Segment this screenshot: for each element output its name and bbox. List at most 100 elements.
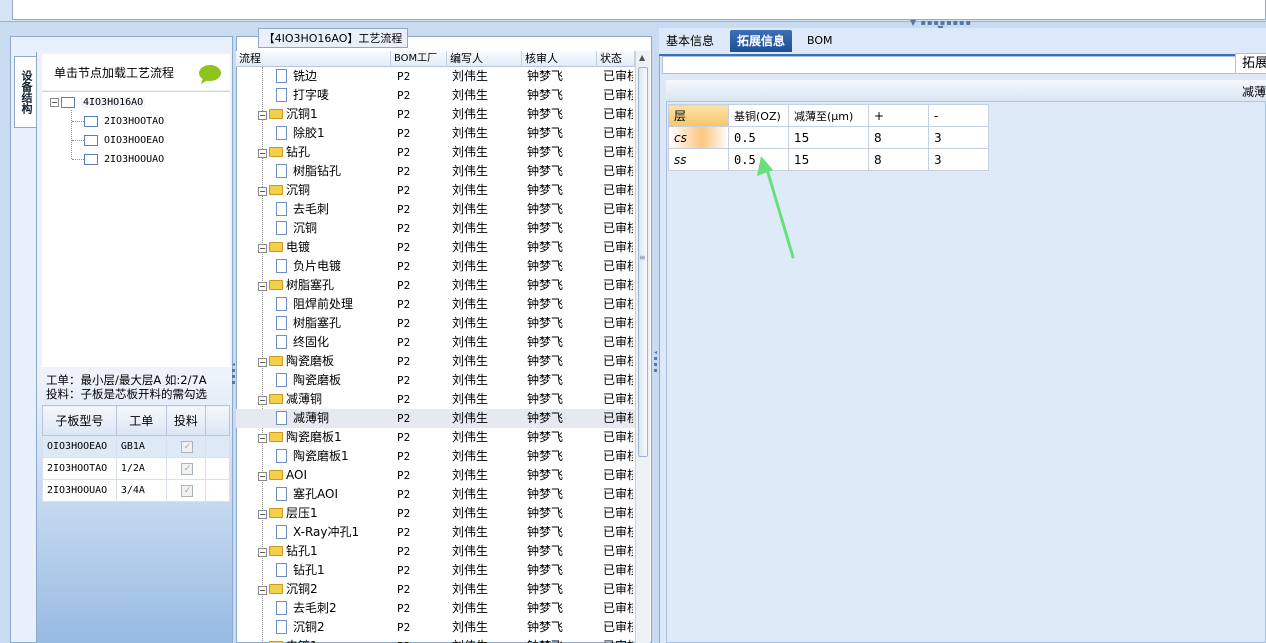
feed-checkbox[interactable]: ✓ [181,462,194,475]
flow-row[interactable]: − 陶瓷磨板1 P2 刘伟生 钟梦飞 已审核 [236,428,635,447]
collapse-icon[interactable]: − [258,548,267,557]
feed-checkbox[interactable]: ✓ [181,440,194,453]
collapse-icon[interactable]: − [258,149,267,158]
cell-base-copper[interactable]: 0.5 [728,126,789,149]
flow-row[interactable]: 减薄铜 P2 刘伟生 钟梦飞 已审核 [236,409,635,428]
flow-row[interactable]: − 陶瓷磨板 P2 刘伟生 钟梦飞 已审核 [236,352,635,371]
collapse-icon[interactable]: − [258,586,267,595]
scroll-up-icon[interactable]: ▲ [639,53,645,62]
collapse-icon[interactable]: − [258,510,267,519]
cell-plus[interactable]: 8 [868,126,929,149]
cell-thin-to[interactable]: 15 [788,148,869,171]
subtab-bar [662,56,1266,74]
flow-row[interactable]: − 层压1 P2 刘伟生 钟梦飞 已审核 [236,504,635,523]
col-header-flow[interactable]: 流程 [236,51,391,67]
flow-row[interactable]: − 沉铜1 P2 刘伟生 钟梦飞 已审核 [236,105,635,124]
table-row[interactable]: 2IO3HOOTAO 1/2A ✓ [42,457,230,480]
flow-row[interactable]: 沉铜 P2 刘伟生 钟梦飞 已审核 [236,219,635,238]
flow-row[interactable]: − 减薄铜 P2 刘伟生 钟梦飞 已审核 [236,390,635,409]
horizontal-splitter-grip[interactable]: ▼ ▪▪▪▪▪▪▪▪ ▼ [908,19,974,33]
tab-extended-info[interactable]: 拓展信息 [730,30,793,52]
folder-icon [269,508,283,518]
flow-step-label: 陶瓷磨板1 [286,430,342,444]
col-header-model[interactable]: 子板型号 [42,405,117,436]
cell-thin-to[interactable]: 15 [788,126,869,149]
cell-author: 刘伟生 [452,525,489,539]
col-header-feed[interactable]: 投料 [165,405,207,436]
flow-grid-scrollbar[interactable]: ▲ ≡ [635,51,650,643]
table-row[interactable]: OIO3HOOEAO GB1A ✓ [42,435,230,458]
flow-row[interactable]: 终固化 P2 刘伟生 钟梦飞 已审核 [236,333,635,352]
col-header-bom-factory[interactable]: BOM工厂 [391,51,447,67]
cell-base-copper[interactable]: 0.5 [728,148,789,171]
cell-bom-factory: P2 [397,374,411,387]
flow-row[interactable]: 钻孔1 P2 刘伟生 钟梦飞 已审核 [236,561,635,580]
cell-order[interactable]: 1/2A [115,457,167,480]
flow-row[interactable]: 陶瓷磨板1 P2 刘伟生 钟梦飞 已审核 [236,447,635,466]
flow-row[interactable]: 陶瓷磨板 P2 刘伟生 钟梦飞 已审核 [236,371,635,390]
flow-row[interactable]: − 树脂塞孔 P2 刘伟生 钟梦飞 已审核 [236,276,635,295]
feed-checkbox[interactable]: ✓ [181,484,194,497]
collapse-icon[interactable]: − [258,187,267,196]
collapse-icon[interactable]: − [258,472,267,481]
collapse-icon[interactable]: − [258,396,267,405]
tree-node-child[interactable]: 2IO3HOOTAO [72,112,164,130]
cell-bom-factory: P2 [397,564,411,577]
flow-row[interactable]: 树脂钻孔 P2 刘伟生 钟梦飞 已审核 [236,162,635,181]
flow-row[interactable]: 负片电镀 P2 刘伟生 钟梦飞 已审核 [236,257,635,276]
flow-row[interactable]: 去毛刺 P2 刘伟生 钟梦飞 已审核 [236,200,635,219]
tree-node-child[interactable]: 2IO3HOOUAO [72,150,164,168]
cell-minus[interactable]: 3 [928,126,989,149]
col-header-base-copper[interactable]: 基铜(OZ) [728,104,789,127]
col-header-reviewer[interactable]: 核审人 [522,51,597,67]
tree-node-root[interactable]: − 4IO3HO16AO [50,93,146,111]
collapse-icon[interactable]: − [258,282,267,291]
col-header-author[interactable]: 编写人 [447,51,522,67]
tab-basic-info[interactable]: 基本信息 [659,30,721,52]
flow-row[interactable]: − 沉铜 P2 刘伟生 钟梦飞 已审核 [236,181,635,200]
col-header-thin-to[interactable]: 减薄至(μm) [788,104,869,127]
flow-row[interactable]: 塞孔AOI P2 刘伟生 钟梦飞 已审核 [236,485,635,504]
flow-row[interactable]: −电镀1P2刘伟生钟梦飞已审核 [236,637,635,643]
collapse-icon[interactable]: − [258,244,267,253]
flow-row[interactable]: 沉铜2 P2 刘伟生 钟梦飞 已审核 [236,618,635,637]
tab-device-structure[interactable]: 设备结构 [14,56,36,128]
collapse-icon[interactable]: − [258,111,267,120]
middle-splitter-handle[interactable]: ◂ ▪ ▪ ▪ [653,350,658,380]
table-row[interactable]: ss 0.5 15 8 3 [668,148,989,171]
col-header-plus[interactable]: + [868,104,929,127]
flow-row[interactable]: − 钻孔1 P2 刘伟生 钟梦飞 已审核 [236,542,635,561]
flow-row[interactable]: 阻焊前处理 P2 刘伟生 钟梦飞 已审核 [236,295,635,314]
flow-row[interactable]: − AOI P2 刘伟生 钟梦飞 已审核 [236,466,635,485]
table-row[interactable]: 2IO3HOOUAO 3/4A ✓ [42,479,230,502]
flow-row[interactable]: 铣边 P2 刘伟生 钟梦飞 已审核 [236,67,635,86]
collapse-icon[interactable]: − [258,434,267,443]
tree-node-child[interactable]: OIO3HOOEAO [72,131,164,149]
flow-row[interactable]: X-Ray冲孔1 P2 刘伟生 钟梦飞 已审核 [236,523,635,542]
cell-minus[interactable]: 3 [928,148,989,171]
cell-layer[interactable]: ss [668,148,729,171]
flow-row[interactable]: − 沉铜2 P2 刘伟生 钟梦飞 已审核 [236,580,635,599]
collapse-icon[interactable]: − [50,97,59,107]
flow-row[interactable]: − 钻孔 P2 刘伟生 钟梦飞 已审核 [236,143,635,162]
document-icon [276,563,287,577]
scrollbar-thumb[interactable] [638,67,648,457]
flow-row[interactable]: 除胶1 P2 刘伟生 钟梦飞 已审核 [236,124,635,143]
collapse-icon[interactable]: − [258,358,267,367]
col-header-minus[interactable]: - [928,104,989,127]
flow-row[interactable]: 打字唛 P2 刘伟生 钟梦飞 已审核 [236,86,635,105]
table-row[interactable]: cs 0.5 15 8 3 [668,126,989,149]
cell-order[interactable]: GB1A [115,435,167,458]
flow-row[interactable]: 树脂塞孔 P2 刘伟生 钟梦飞 已审核 [236,314,635,333]
tab-bom[interactable]: BOM [800,30,840,52]
flow-row[interactable]: 去毛刺2 P2 刘伟生 钟梦飞 已审核 [236,599,635,618]
cell-plus[interactable]: 8 [868,148,929,171]
col-header-layer[interactable]: 层 [668,104,729,127]
col-header-order[interactable]: 工单 [115,405,167,436]
flow-row[interactable]: − 电镀 P2 刘伟生 钟梦飞 已审核 [236,238,635,257]
cell-order[interactable]: 3/4A [115,479,167,502]
subtab-extended[interactable]: 拓展 [1235,53,1266,73]
col-header-status[interactable]: 状态 [597,51,635,67]
top-input-field[interactable] [12,0,1266,20]
cell-layer[interactable]: cs [668,126,729,149]
